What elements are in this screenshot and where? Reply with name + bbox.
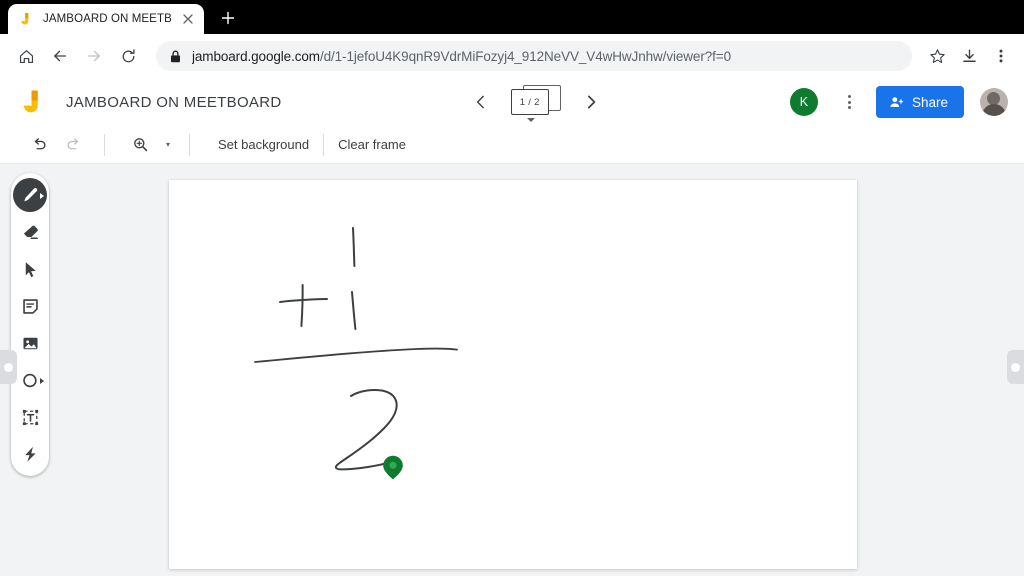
chevron-down-icon — [526, 118, 535, 122]
drawing-tool-rail — [11, 173, 49, 476]
browser-tab-title: JAMBOARD ON MEETBOARD — [43, 13, 172, 25]
collapse-right-panel-handle[interactable] — [1007, 350, 1024, 384]
chrome-menu-icon[interactable] — [986, 41, 1016, 71]
shape-tool[interactable] — [13, 363, 47, 397]
toolbar-divider — [189, 133, 190, 156]
clear-frame-button[interactable]: Clear frame — [324, 137, 420, 152]
jamboard-app: JAMBOARD ON MEETBOARD 1 / 2 K Share ▾ Se… — [0, 78, 1024, 576]
jamboard-toolbar: ▾ Set background Clear frame — [0, 126, 1024, 164]
chevron-down-icon[interactable]: ▾ — [161, 135, 175, 155]
share-button[interactable]: Share — [875, 86, 964, 118]
close-icon[interactable] — [180, 11, 196, 27]
jamboard-stage — [0, 164, 1024, 576]
reload-icon[interactable] — [112, 40, 144, 72]
sticky-note-tool[interactable] — [13, 289, 47, 323]
eraser-tool[interactable] — [13, 215, 47, 249]
remote-cursor-pin — [383, 455, 403, 480]
frame-stack-front-icon: 1 / 2 — [510, 89, 549, 115]
person-add-icon — [889, 95, 904, 110]
header-actions: K Share — [789, 86, 1010, 118]
browser-toolbar: jamboard.google.com/d/1-1jefoU4K9qnR9Vdr… — [0, 34, 1024, 104]
url-host: jamboard.google.com — [192, 48, 320, 64]
browser-tabstrip: JAMBOARD ON MEETBOARD — [0, 0, 1024, 34]
zoom-control[interactable]: ▾ — [123, 128, 175, 162]
browser-tab[interactable]: JAMBOARD ON MEETBOARD — [8, 4, 204, 34]
jamboard-header: JAMBOARD ON MEETBOARD 1 / 2 K Share — [0, 78, 1024, 126]
toolbar-divider — [104, 133, 105, 156]
zoom-in-icon[interactable] — [123, 128, 157, 162]
collapse-left-panel-handle[interactable] — [0, 350, 17, 384]
select-tool[interactable] — [13, 252, 47, 286]
back-arrow-icon[interactable] — [44, 40, 76, 72]
chevron-right-icon — [40, 193, 44, 199]
url-path: /d/1-1jefoU4K9qnR9VdrMiFozyj4_912NeVV_V4… — [319, 48, 731, 64]
dot — [848, 95, 852, 98]
frame-counter-label: 1 / 2 — [519, 96, 540, 108]
laser-pointer-tool[interactable] — [13, 437, 47, 471]
undo-icon[interactable] — [22, 128, 56, 162]
browser-chrome: JAMBOARD ON MEETBOARD — [0, 0, 1024, 104]
address-bar-url: jamboard.google.com/d/1-1jefoU4K9qnR9Vdr… — [192, 49, 731, 64]
page-title: JAMBOARD ON MEETBOARD — [66, 93, 282, 111]
new-tab-button[interactable] — [214, 4, 242, 32]
jam-overflow-menu[interactable] — [836, 88, 864, 116]
collaborator-avatar[interactable]: K — [789, 88, 818, 116]
dot — [848, 106, 852, 109]
home-icon[interactable] — [10, 40, 42, 72]
download-icon[interactable] — [954, 41, 984, 71]
canvas-ink-drawing — [254, 227, 458, 480]
next-frame-button[interactable] — [577, 88, 605, 116]
chevron-right-icon — [40, 378, 44, 384]
forward-arrow-icon[interactable] — [78, 40, 110, 72]
jamboard-logo — [20, 87, 50, 117]
lock-icon — [170, 50, 182, 63]
text-box-tool[interactable] — [13, 400, 47, 434]
address-bar[interactable]: jamboard.google.com/d/1-1jefoU4K9qnR9Vdr… — [156, 41, 912, 71]
jam-canvas[interactable] — [169, 180, 857, 569]
dot — [848, 100, 852, 104]
set-background-button[interactable]: Set background — [204, 137, 323, 152]
share-button-label: Share — [911, 94, 948, 110]
redo-icon[interactable] — [56, 128, 90, 162]
jamboard-favicon — [19, 11, 35, 27]
frame-navigation: 1 / 2 — [467, 85, 605, 122]
pen-tool[interactable] — [13, 178, 47, 212]
previous-frame-button[interactable] — [467, 88, 495, 116]
star-icon[interactable] — [922, 41, 952, 71]
frame-counter-badge[interactable]: 1 / 2 — [510, 85, 561, 122]
image-tool[interactable] — [13, 326, 47, 360]
account-avatar[interactable] — [980, 88, 1008, 116]
